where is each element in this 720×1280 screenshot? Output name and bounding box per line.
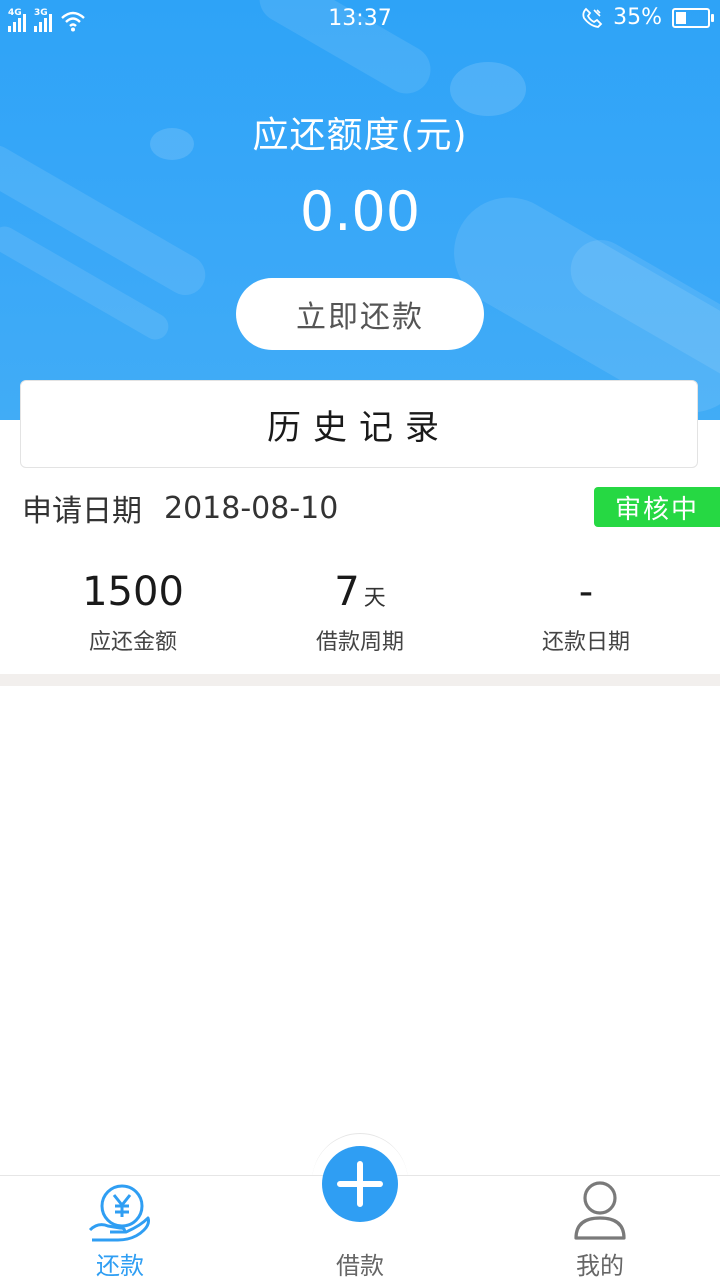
- repay-date-label: 还款日期: [541, 630, 630, 655]
- apply-date-value: 2018-08-10: [164, 490, 339, 526]
- battery-percent: 35%: [613, 5, 662, 30]
- section-divider: [0, 674, 720, 686]
- period-value-group: 7天: [240, 566, 480, 618]
- battery-icon: [672, 7, 714, 28]
- history-records-title: 历史记录: [267, 407, 451, 448]
- apply-date-label: 申请日期: [22, 494, 142, 529]
- nav-repay[interactable]: 还款: [0, 1176, 240, 1280]
- repay-date-value: -: [578, 569, 594, 615]
- period-label: 借款周期: [315, 630, 404, 655]
- period-value: 7: [334, 569, 360, 615]
- nav-repay-label: 还款: [96, 1252, 144, 1280]
- battery-fill: [676, 11, 686, 24]
- user-profile-icon: [574, 1181, 626, 1240]
- amount-value: 1500: [82, 569, 184, 615]
- borrow-plus-button[interactable]: [322, 1146, 398, 1222]
- apply-date-row: 申请日期 2018-08-10: [22, 488, 339, 530]
- plus-icon: [337, 1161, 383, 1207]
- record-stats: 1500 应还金额 7天 借款周期 - 还款日期: [0, 566, 720, 666]
- app-page: 4G 3G 13:37 35% 应还额度(元) 0.00 立即还款 历史记录 申…: [0, 0, 720, 1280]
- period-unit: 天: [363, 586, 386, 611]
- status-right: 35%: [581, 5, 714, 30]
- due-amount-title: 应还额度(元): [252, 115, 468, 156]
- header-banner: 4G 3G 13:37 35% 应还额度(元) 0.00 立即还款: [0, 0, 720, 420]
- status-bar: 4G 3G 13:37 35%: [0, 0, 720, 38]
- nav-mine[interactable]: 我的: [480, 1176, 720, 1280]
- amount-label: 应还金额: [88, 630, 177, 655]
- stat-amount: 1500 应还金额: [13, 566, 253, 656]
- nav-borrow-label: 借款: [336, 1252, 384, 1280]
- stat-period: 7天 借款周期: [240, 566, 480, 656]
- repay-hand-coin-icon: [88, 1184, 150, 1242]
- repay-now-button[interactable]: 立即还款: [236, 278, 484, 350]
- status-badge: 审核中: [594, 487, 720, 527]
- nav-mine-label: 我的: [576, 1252, 624, 1280]
- call-icon: [582, 7, 603, 28]
- history-records-header[interactable]: 历史记录: [20, 380, 698, 468]
- due-amount-value: 0.00: [299, 180, 421, 243]
- stat-repay-date: - 还款日期: [466, 566, 706, 656]
